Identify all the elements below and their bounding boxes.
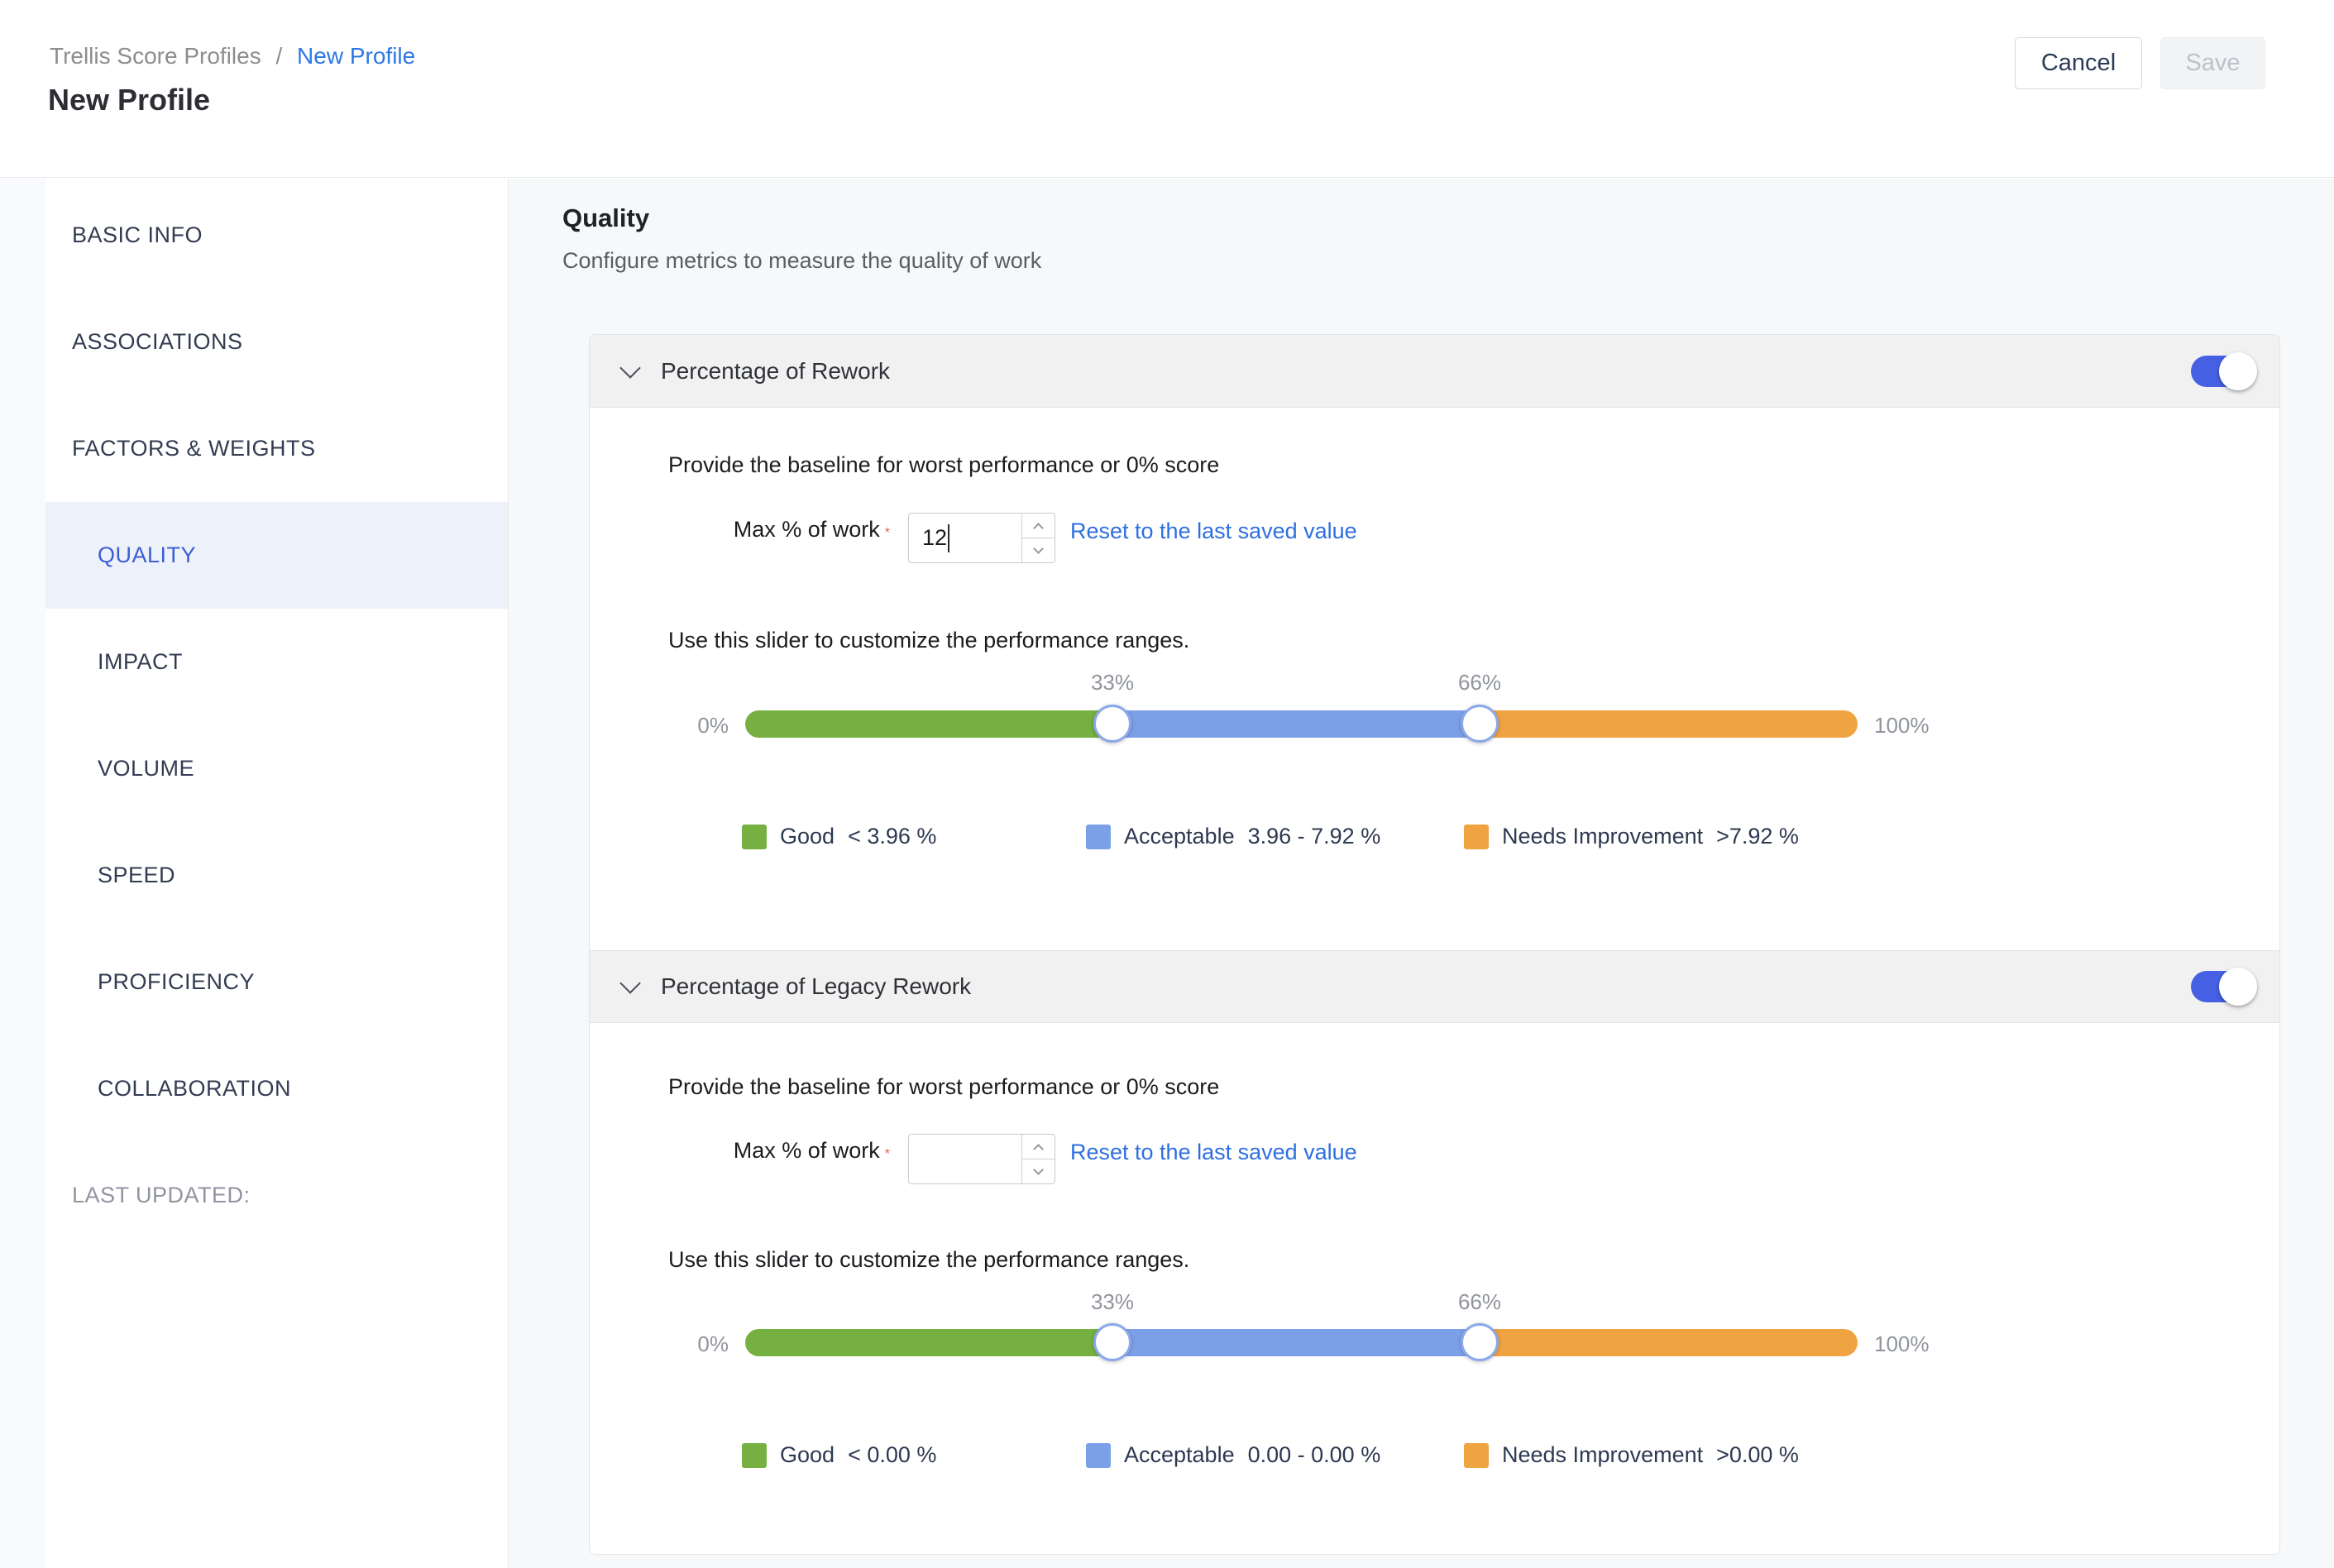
max-percent-input[interactable]: 12: [908, 513, 1055, 563]
slider-handle-1[interactable]: [1093, 705, 1131, 743]
breadcrumb-current-link[interactable]: New Profile: [297, 43, 415, 69]
sidebar-item-impact[interactable]: IMPACT: [45, 609, 508, 715]
acceptable-range-segment: [1112, 1329, 1480, 1356]
chevron-down-icon[interactable]: [619, 973, 640, 993]
performance-range-slider: [745, 710, 1858, 738]
toggle-knob: [2219, 968, 2257, 1006]
breadcrumb: Trellis Score Profiles / New Profile: [50, 43, 415, 69]
needs-improvement-color-swatch: [1464, 1443, 1489, 1468]
required-asterisk: *: [885, 526, 890, 540]
slider-max-label: 100%: [1874, 1331, 1930, 1357]
spinner-up-button[interactable]: [1022, 1135, 1055, 1159]
sidebar-last-updated-label: LAST UPDATED:: [45, 1142, 508, 1249]
chevron-down-icon: [1033, 543, 1044, 554]
handle1-percent-label: 33%: [1079, 1289, 1145, 1315]
trellis-profile-page: Trellis Score Profiles / New Profile New…: [0, 0, 2334, 1568]
slider-min-label: 0%: [668, 713, 729, 739]
acceptable-range-segment: [1112, 710, 1480, 738]
metric-enabled-toggle[interactable]: [2191, 971, 2251, 1002]
metric-enabled-toggle[interactable]: [2191, 356, 2251, 387]
chevron-up-icon: [1033, 523, 1044, 533]
text-cursor: [948, 524, 949, 552]
needs-improvement-color-swatch: [1464, 825, 1489, 849]
page-title: New Profile: [48, 83, 210, 117]
max-percent-input[interactable]: [908, 1134, 1055, 1184]
handle1-percent-label: 33%: [1079, 670, 1145, 696]
sidebar-item-associations[interactable]: ASSOCIATIONS: [45, 289, 508, 395]
good-color-swatch: [742, 825, 767, 849]
cancel-button[interactable]: Cancel: [2015, 37, 2142, 89]
acceptable-color-swatch: [1086, 1443, 1111, 1468]
metric-header-percentage-of-legacy-rework[interactable]: Percentage of Legacy Rework: [590, 950, 2279, 1023]
required-asterisk: *: [885, 1147, 890, 1161]
chevron-up-icon: [1033, 1144, 1044, 1154]
sidebar-item-volume[interactable]: VOLUME: [45, 715, 508, 822]
sidebar-item-basic-info[interactable]: BASIC INFO: [45, 182, 508, 289]
handle2-percent-label: 66%: [1447, 1289, 1513, 1315]
section-subtitle: Configure metrics to measure the quality…: [562, 248, 1041, 274]
acceptable-color-swatch: [1086, 825, 1111, 849]
sidebar-item-quality[interactable]: QUALITY: [45, 502, 508, 609]
needs-improvement-range-segment: [1480, 710, 1858, 738]
legend-good: Good < 0.00 %: [742, 1442, 936, 1468]
legend-needs-improvement: Needs Improvement >7.92 %: [1464, 824, 1799, 849]
chevron-down-icon[interactable]: [619, 357, 640, 378]
good-color-swatch: [742, 1443, 767, 1468]
legend-needs-improvement: Needs Improvement >0.00 %: [1464, 1442, 1799, 1468]
profile-sections-sidebar: BASIC INFO ASSOCIATIONS FACTORS & WEIGHT…: [45, 179, 509, 1568]
baseline-instruction: Provide the baseline for worst performan…: [668, 452, 1219, 478]
save-button-disabled[interactable]: Save: [2160, 37, 2265, 89]
sidebar-item-collaboration[interactable]: COLLABORATION: [45, 1035, 508, 1142]
breadcrumb-separator: /: [275, 43, 282, 69]
quality-settings-panel: Quality Configure metrics to measure the…: [509, 179, 2334, 1568]
quality-metrics-card: Percentage of Rework Provide the baselin…: [589, 334, 2280, 1555]
slider-handle-1[interactable]: [1093, 1323, 1131, 1361]
metric-header-percentage-of-rework[interactable]: Percentage of Rework: [590, 335, 2279, 408]
sidebar-item-speed[interactable]: SPEED: [45, 822, 508, 929]
max-percent-label: Max % of work*: [668, 517, 890, 543]
section-title: Quality: [562, 203, 649, 233]
performance-range-slider: [745, 1329, 1858, 1356]
slider-instruction: Use this slider to customize the perform…: [668, 1247, 1189, 1273]
page-header: Trellis Score Profiles / New Profile New…: [0, 0, 2334, 178]
legend-acceptable: Acceptable 3.96 - 7.92 %: [1086, 824, 1380, 849]
slider-handle-2[interactable]: [1461, 1323, 1499, 1361]
baseline-instruction: Provide the baseline for worst performan…: [668, 1074, 1219, 1100]
handle2-percent-label: 66%: [1447, 670, 1513, 696]
metric-title: Percentage of Legacy Rework: [661, 973, 971, 1000]
max-percent-label: Max % of work*: [668, 1138, 890, 1164]
chevron-down-icon: [1033, 1164, 1044, 1175]
reset-link[interactable]: Reset to the last saved value: [1070, 519, 1357, 544]
input-value: 12: [922, 525, 947, 551]
legend-good: Good < 3.96 %: [742, 824, 936, 849]
breadcrumb-root[interactable]: Trellis Score Profiles: [50, 43, 261, 69]
spinner-up-button[interactable]: [1022, 514, 1055, 538]
spinner-down-button[interactable]: [1022, 1159, 1055, 1183]
sidebar-item-factors-weights[interactable]: FACTORS & WEIGHTS: [45, 395, 508, 502]
needs-improvement-range-segment: [1480, 1329, 1858, 1356]
legend-acceptable: Acceptable 0.00 - 0.00 %: [1086, 1442, 1380, 1468]
slider-track[interactable]: [745, 1329, 1858, 1356]
slider-min-label: 0%: [668, 1331, 729, 1357]
slider-instruction: Use this slider to customize the perform…: [668, 628, 1189, 653]
slider-track[interactable]: [745, 710, 1858, 738]
number-spinner: [1021, 514, 1055, 562]
sidebar-item-proficiency[interactable]: PROFICIENCY: [45, 929, 508, 1035]
metric-title: Percentage of Rework: [661, 358, 890, 385]
reset-link[interactable]: Reset to the last saved value: [1070, 1140, 1357, 1165]
toggle-knob: [2219, 352, 2257, 390]
good-range-segment: [745, 710, 1112, 738]
left-gutter: [0, 179, 45, 1568]
slider-max-label: 100%: [1874, 713, 1930, 739]
number-spinner: [1021, 1135, 1055, 1183]
slider-handle-2[interactable]: [1461, 705, 1499, 743]
spinner-down-button[interactable]: [1022, 538, 1055, 562]
good-range-segment: [745, 1329, 1112, 1356]
